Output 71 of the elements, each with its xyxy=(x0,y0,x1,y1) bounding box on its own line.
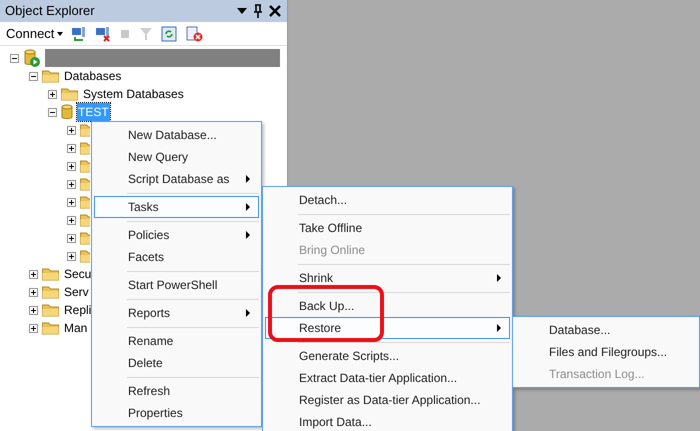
connect-server-icon[interactable] xyxy=(71,26,88,42)
menu-item[interactable]: New Query xyxy=(94,146,259,168)
menu-item[interactable]: Facets xyxy=(94,246,259,268)
folder-icon xyxy=(80,232,90,244)
expand-icon[interactable] xyxy=(67,162,76,170)
folder-icon xyxy=(42,286,59,298)
expand-icon[interactable] xyxy=(48,90,57,98)
folder-icon xyxy=(80,196,90,208)
folder-icon xyxy=(42,304,59,316)
tree-item[interactable]: Serv xyxy=(63,283,90,301)
menu-item[interactable]: Extract Data-tier Application... xyxy=(265,367,510,389)
menu-item[interactable]: Tasks xyxy=(94,196,259,218)
panel-title: Object Explorer xyxy=(5,2,95,20)
folder-icon xyxy=(80,214,90,226)
folder-icon xyxy=(42,268,59,280)
expand-icon[interactable] xyxy=(29,306,38,314)
menu-item[interactable]: Detach... xyxy=(265,189,510,211)
menu-item[interactable]: Reports xyxy=(94,302,259,324)
folder-icon xyxy=(80,142,90,154)
collapse-icon[interactable] xyxy=(10,54,19,62)
menu-item[interactable]: Rename xyxy=(94,330,259,352)
menu-item[interactable]: Register as Data-tier Application... xyxy=(265,389,510,411)
disconnect-server-icon[interactable] xyxy=(95,26,112,42)
folder-icon xyxy=(80,124,90,136)
expand-icon[interactable] xyxy=(67,126,76,134)
menu-item[interactable]: Import Data... xyxy=(265,411,510,431)
pin-icon[interactable] xyxy=(253,4,263,18)
menu-item[interactable]: New Database... xyxy=(94,124,259,146)
tree-item[interactable]: Man xyxy=(63,319,88,337)
folder-icon xyxy=(80,250,90,262)
menu-item[interactable]: Shrink xyxy=(265,267,510,289)
caret-icon xyxy=(57,32,64,36)
tree-item[interactable]: System Databases xyxy=(82,85,185,103)
expand-icon[interactable] xyxy=(67,234,76,242)
expand-icon[interactable] xyxy=(67,252,76,260)
menu-item[interactable]: Properties xyxy=(94,402,259,424)
expand-icon[interactable] xyxy=(67,144,76,152)
folder-icon xyxy=(42,70,59,82)
script-delete-icon[interactable] xyxy=(185,26,204,42)
expand-icon[interactable] xyxy=(29,324,38,332)
menu-item[interactable]: Script Database as xyxy=(94,168,259,190)
menu-item[interactable]: Take Offline xyxy=(265,217,510,239)
collapse-icon[interactable] xyxy=(29,72,38,80)
menu-item[interactable]: Restore xyxy=(265,317,510,339)
menu-item[interactable]: Delete xyxy=(94,352,259,374)
folder-icon xyxy=(61,88,78,100)
folder-icon xyxy=(42,322,59,334)
expand-icon[interactable] xyxy=(67,180,76,188)
menu-item[interactable]: Generate Scripts... xyxy=(265,345,510,367)
close-icon[interactable] xyxy=(269,5,281,17)
menu-item[interactable]: Policies xyxy=(94,224,259,246)
expand-icon[interactable] xyxy=(29,270,38,278)
menu-item[interactable]: Start PowerShell xyxy=(94,274,259,296)
database-icon xyxy=(61,104,73,120)
folder-icon xyxy=(80,178,90,190)
expand-icon[interactable] xyxy=(67,216,76,224)
expand-icon[interactable] xyxy=(29,288,38,296)
menu-item[interactable]: Refresh xyxy=(94,380,259,402)
tree-item[interactable]: Secu xyxy=(63,265,92,283)
connect-button[interactable]: Connect xyxy=(6,24,64,44)
dropdown-icon[interactable] xyxy=(237,8,247,14)
menu-item[interactable]: Back Up... xyxy=(265,295,510,317)
collapse-icon[interactable] xyxy=(48,108,57,116)
tree-item[interactable]: Databases xyxy=(63,67,122,85)
tree-item[interactable]: Repli xyxy=(63,301,92,319)
menu-item[interactable]: Files and Filegroups... xyxy=(515,341,697,363)
server-icon xyxy=(23,49,41,67)
refresh-icon[interactable] xyxy=(161,26,178,42)
folder-icon xyxy=(80,160,90,172)
menu-item[interactable]: Database... xyxy=(515,319,697,341)
expand-icon[interactable] xyxy=(67,198,76,206)
